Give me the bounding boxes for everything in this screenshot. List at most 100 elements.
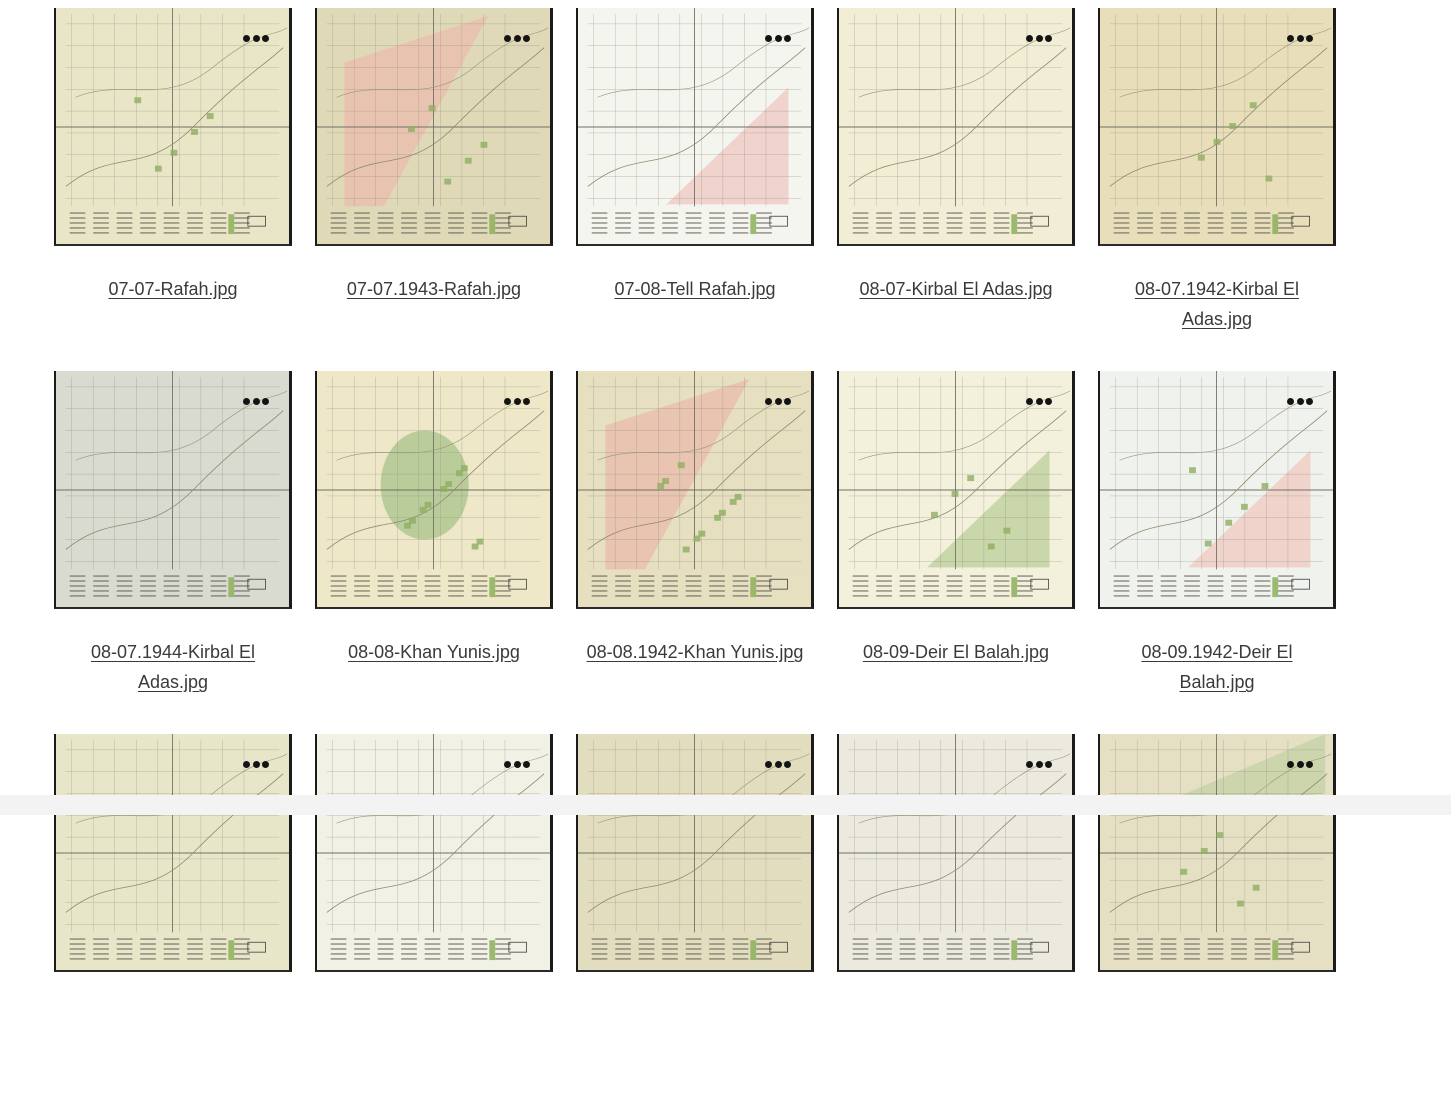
file-tile[interactable]: 08-07-Kirbal El Adas.jpg xyxy=(837,8,1075,371)
more-dot xyxy=(252,34,260,42)
more-dot xyxy=(1035,34,1043,42)
map-thumbnail[interactable] xyxy=(576,8,814,246)
more-horizontal-icon[interactable] xyxy=(1287,758,1313,770)
file-name-link[interactable]: 08-09.1942-Deir El Balah.jpg xyxy=(1098,637,1336,697)
file-tile[interactable]: 08-08.1942-Khan Yunis.jpg xyxy=(576,371,814,734)
more-horizontal-icon[interactable] xyxy=(504,32,530,44)
file-tile[interactable]: 08-09.1942-Deir El Balah.jpg xyxy=(1098,371,1336,734)
more-horizontal-icon[interactable] xyxy=(1026,395,1052,407)
more-dot xyxy=(1035,760,1043,768)
more-horizontal-icon[interactable] xyxy=(243,32,269,44)
more-dot xyxy=(504,397,511,405)
more-dot xyxy=(243,397,250,405)
more-dot xyxy=(1287,34,1294,42)
file-name-link[interactable]: 08-07.1944-Kirbal El Adas.jpg xyxy=(54,637,292,697)
bottom-scroll-area xyxy=(0,795,1451,815)
more-dot xyxy=(1287,397,1294,405)
more-dot xyxy=(765,397,772,405)
more-dot xyxy=(784,34,791,42)
more-dot xyxy=(252,760,260,768)
more-dot xyxy=(523,397,530,405)
file-name-link[interactable]: 07-07.1943-Rafah.jpg xyxy=(315,274,553,304)
more-dot xyxy=(523,760,530,768)
more-dot xyxy=(765,34,772,42)
more-dot xyxy=(1296,34,1304,42)
more-dot xyxy=(1296,760,1304,768)
more-horizontal-icon[interactable] xyxy=(504,395,530,407)
more-dot xyxy=(252,397,260,405)
map-thumbnail[interactable] xyxy=(837,734,1075,972)
more-dot xyxy=(262,34,269,42)
file-tile[interactable]: 07-07.1943-Rafah.jpg xyxy=(315,8,553,371)
more-dot xyxy=(774,397,782,405)
more-horizontal-icon[interactable] xyxy=(504,758,530,770)
more-dot xyxy=(1045,760,1052,768)
more-dot xyxy=(513,760,521,768)
file-tile[interactable] xyxy=(54,734,292,1097)
map-thumbnail[interactable] xyxy=(54,371,292,609)
file-tile[interactable]: 08-08-Khan Yunis.jpg xyxy=(315,371,553,734)
file-name-link[interactable]: 08-08.1942-Khan Yunis.jpg xyxy=(576,637,814,667)
file-tile[interactable] xyxy=(315,734,553,1097)
more-dot xyxy=(1035,397,1043,405)
file-name-link[interactable]: 08-07-Kirbal El Adas.jpg xyxy=(837,274,1075,304)
more-dot xyxy=(1296,397,1304,405)
more-dot xyxy=(1045,34,1052,42)
more-horizontal-icon[interactable] xyxy=(765,32,791,44)
file-name-link[interactable]: 08-08-Khan Yunis.jpg xyxy=(315,637,553,667)
more-dot xyxy=(1026,34,1033,42)
more-dot xyxy=(1045,397,1052,405)
file-tile[interactable]: 08-07.1942-Kirbal El Adas.jpg xyxy=(1098,8,1336,371)
map-thumbnail[interactable] xyxy=(837,8,1075,246)
more-horizontal-icon[interactable] xyxy=(243,758,269,770)
more-dot xyxy=(513,397,521,405)
more-dot xyxy=(262,397,269,405)
more-dot xyxy=(1306,760,1313,768)
more-dot xyxy=(243,34,250,42)
more-dot xyxy=(262,760,269,768)
more-dot xyxy=(774,34,782,42)
file-tile[interactable] xyxy=(1098,734,1336,1097)
more-dot xyxy=(504,34,511,42)
file-tile[interactable]: 07-07-Rafah.jpg xyxy=(54,8,292,371)
more-dot xyxy=(513,34,521,42)
more-horizontal-icon[interactable] xyxy=(1026,32,1052,44)
more-dot xyxy=(1306,34,1313,42)
more-dot xyxy=(1306,397,1313,405)
map-thumbnail[interactable] xyxy=(315,8,553,246)
map-thumbnail[interactable] xyxy=(1098,371,1336,609)
more-dot xyxy=(1287,760,1294,768)
more-dot xyxy=(784,397,791,405)
more-horizontal-icon[interactable] xyxy=(765,758,791,770)
file-name-link[interactable]: 07-07-Rafah.jpg xyxy=(54,274,292,304)
map-thumbnail[interactable] xyxy=(315,734,553,972)
file-tile[interactable]: 07-08-Tell Rafah.jpg xyxy=(576,8,814,371)
map-thumbnail[interactable] xyxy=(837,371,1075,609)
file-name-link[interactable]: 08-07.1942-Kirbal El Adas.jpg xyxy=(1098,274,1336,334)
map-thumbnail[interactable] xyxy=(1098,8,1336,246)
more-horizontal-icon[interactable] xyxy=(243,395,269,407)
file-grid: 07-07-Rafah.jpg 07-07.1943-Rafah.jpg 07-08… xyxy=(54,8,1336,1097)
file-name-link[interactable]: 08-09-Deir El Balah.jpg xyxy=(837,637,1075,667)
map-thumbnail[interactable] xyxy=(576,734,814,972)
more-dot xyxy=(1026,397,1033,405)
file-tile[interactable] xyxy=(576,734,814,1097)
map-thumbnail[interactable] xyxy=(54,734,292,972)
more-dot xyxy=(504,760,511,768)
more-dot xyxy=(765,760,772,768)
more-dot xyxy=(523,34,530,42)
more-horizontal-icon[interactable] xyxy=(1026,758,1052,770)
more-dot xyxy=(1026,760,1033,768)
file-tile[interactable]: 08-09-Deir El Balah.jpg xyxy=(837,371,1075,734)
more-dot xyxy=(774,760,782,768)
map-thumbnail[interactable] xyxy=(576,371,814,609)
more-horizontal-icon[interactable] xyxy=(1287,32,1313,44)
file-name-link[interactable]: 07-08-Tell Rafah.jpg xyxy=(576,274,814,304)
map-thumbnail[interactable] xyxy=(1098,734,1336,972)
file-tile[interactable] xyxy=(837,734,1075,1097)
map-thumbnail[interactable] xyxy=(54,8,292,246)
file-tile[interactable]: 08-07.1944-Kirbal El Adas.jpg xyxy=(54,371,292,734)
more-horizontal-icon[interactable] xyxy=(1287,395,1313,407)
map-thumbnail[interactable] xyxy=(315,371,553,609)
more-horizontal-icon[interactable] xyxy=(765,395,791,407)
